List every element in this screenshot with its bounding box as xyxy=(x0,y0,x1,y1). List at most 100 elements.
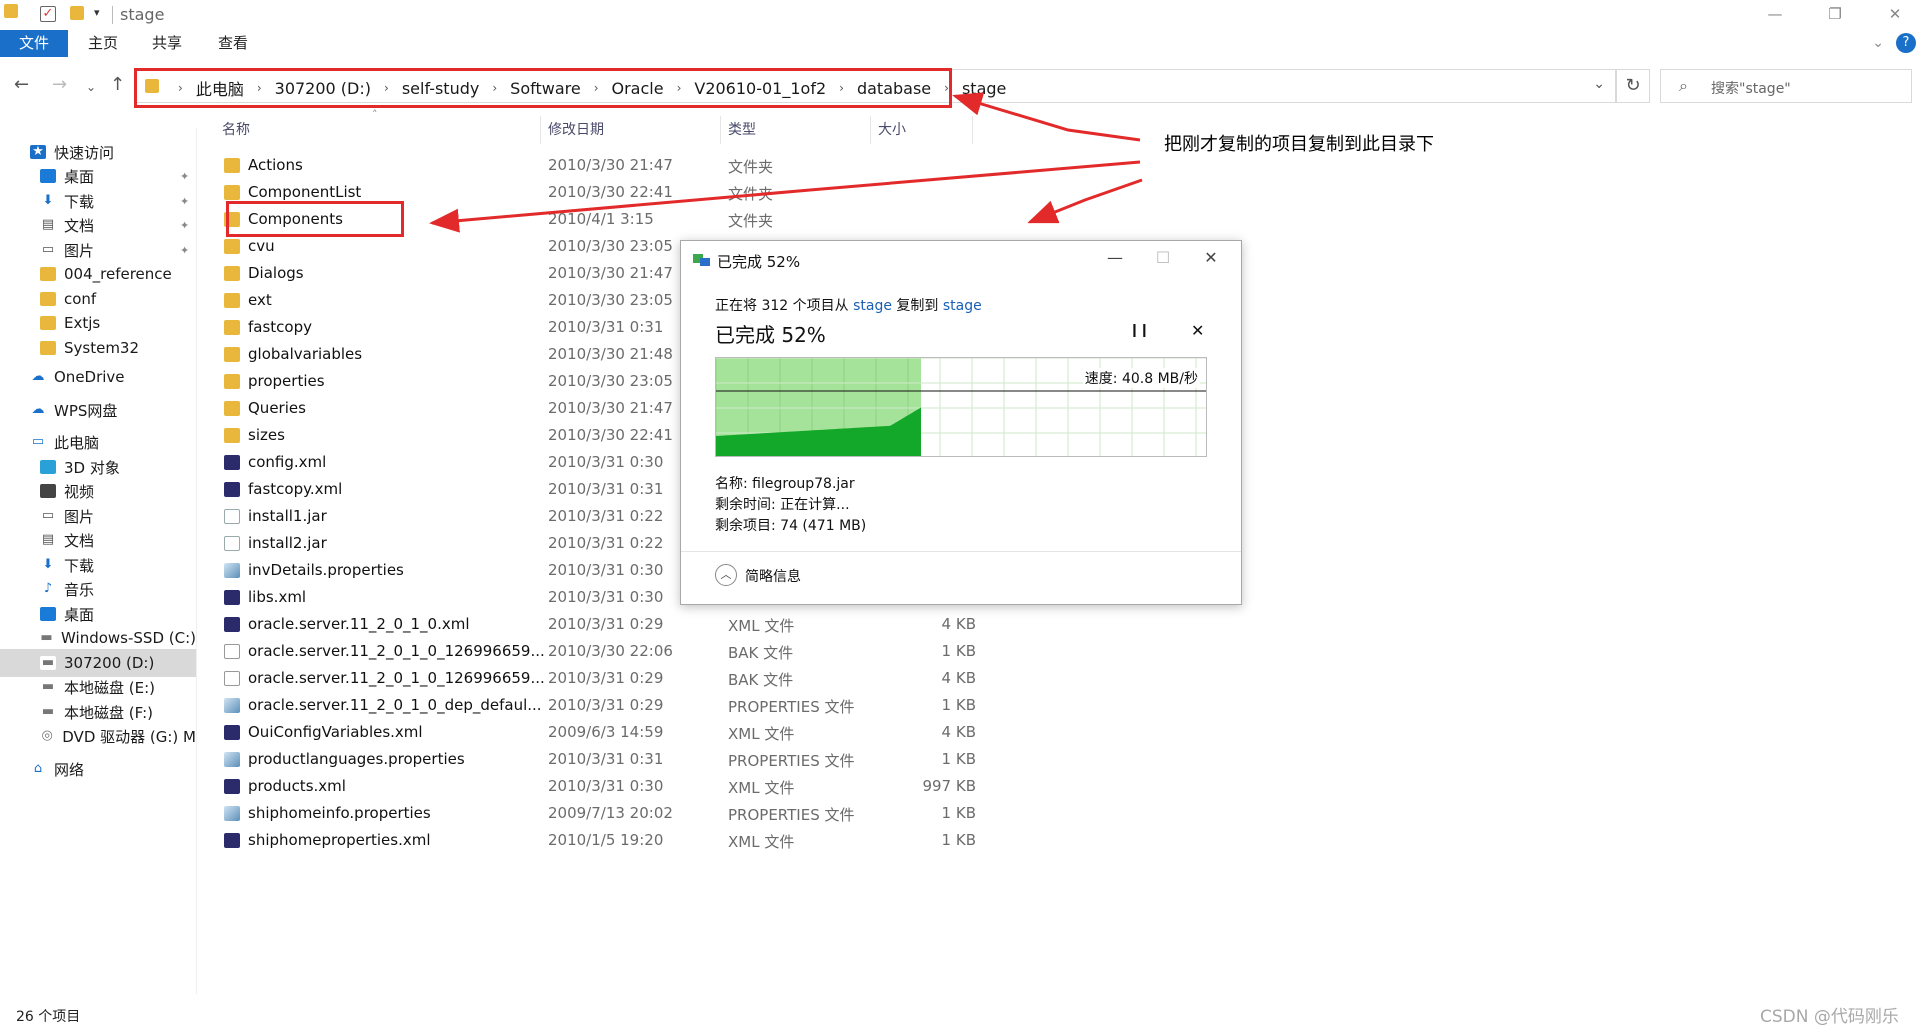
sidebar-item-label: 文档 xyxy=(64,216,95,235)
bak-icon xyxy=(224,671,240,686)
file-type: BAK 文件 xyxy=(728,644,794,662)
tab-home[interactable]: 主页 xyxy=(88,30,118,57)
fewer-details-button[interactable]: 简略信息 xyxy=(745,566,801,586)
file-row[interactable]: oracle.server.11_2_0_1_0_126996659... 201… xyxy=(214,665,976,692)
file-date: 2010/3/31 0:31 xyxy=(548,480,664,498)
target-link[interactable]: stage xyxy=(943,298,982,314)
file-row[interactable]: oracle.server.11_2_0_1_0.xml 2010/3/31 0:… xyxy=(214,611,976,638)
breadcrumb-item[interactable]: stage xyxy=(962,79,1006,98)
column-divider[interactable] xyxy=(540,116,541,144)
dialog-minimize-button[interactable]: — xyxy=(1095,245,1135,271)
pause-button[interactable]: ❙❙ xyxy=(1129,323,1150,338)
sidebar-item-label: Windows-SSD (C:) xyxy=(61,629,196,647)
file-name: globalvariables xyxy=(248,345,363,363)
file-name: fastcopy.xml xyxy=(248,480,343,498)
column-divider[interactable] xyxy=(972,116,973,144)
address-history-icon[interactable]: ⌄ xyxy=(1593,76,1605,92)
cloud-icon: ☁ xyxy=(30,402,46,417)
xml-icon xyxy=(224,482,240,497)
up-arrow-icon[interactable]: ↑ xyxy=(110,74,125,95)
file-size: 1 KB xyxy=(941,696,976,714)
pin-icon[interactable]: ✦ xyxy=(180,195,189,208)
file-row[interactable]: productlanguages.properties 2010/3/31 0:3… xyxy=(214,746,976,773)
file-row[interactable]: products.xml 2010/3/31 0:30 XML 文件 997 KB xyxy=(214,773,976,800)
tab-file[interactable]: 文件 xyxy=(0,30,68,57)
sidebar-item-label: 本地磁盘 (F:) xyxy=(64,703,153,722)
file-date: 2010/3/31 0:31 xyxy=(548,318,664,336)
sidebar-item[interactable]: ▤ 文档 ✦ xyxy=(0,211,196,239)
sidebar-item-label: 视频 xyxy=(64,482,95,501)
chevron-up-icon[interactable]: ︿ xyxy=(715,564,737,586)
sidebar-item[interactable]: 004_reference xyxy=(0,260,196,288)
pane-divider[interactable] xyxy=(196,128,197,994)
sidebar-item[interactable]: 桌面 ✦ xyxy=(0,162,196,190)
sidebar-item[interactable]: ☁ WPS网盘 xyxy=(0,396,196,424)
sidebar-item[interactable]: ▬ 本地磁盘 (E:) xyxy=(0,673,196,701)
restore-button[interactable]: ❐ xyxy=(1812,0,1858,30)
sidebar-item-label: 文档 xyxy=(64,531,95,550)
help-icon[interactable]: ? xyxy=(1896,33,1916,53)
file-row[interactable]: oracle.server.11_2_0_1_0_dep_defaul... 20… xyxy=(214,692,976,719)
tab-view[interactable]: 查看 xyxy=(218,30,248,57)
close-window-button[interactable]: ✕ xyxy=(1872,0,1918,30)
sidebar-item[interactable]: System32 xyxy=(0,334,196,362)
sidebar-item[interactable]: ⌂ 网络 xyxy=(0,755,196,783)
file-size: 997 KB xyxy=(922,777,976,795)
column-header-type[interactable]: 类型 xyxy=(728,116,756,144)
file-row[interactable]: Actions 2010/3/30 21:47 文件夹 xyxy=(214,152,974,179)
column-header-size[interactable]: 大小 xyxy=(878,116,906,144)
minimize-button[interactable]: — xyxy=(1752,0,1798,30)
source-link[interactable]: stage xyxy=(853,298,892,314)
sidebar-item[interactable]: ▤ 文档 xyxy=(0,526,196,554)
recent-locations-icon[interactable]: ⌄ xyxy=(86,80,96,94)
expand-ribbon-icon[interactable]: ⌄ xyxy=(1872,35,1884,51)
pin-icon[interactable]: ✦ xyxy=(180,244,189,257)
search-box[interactable]: ⌕ 搜索"stage" xyxy=(1660,69,1912,103)
refresh-button[interactable]: ↻ xyxy=(1616,69,1650,103)
sidebar-item[interactable]: ▭ 此电脑 xyxy=(0,428,196,456)
file-name: cvu xyxy=(248,237,275,255)
folder-icon xyxy=(224,185,240,200)
sidebar-item[interactable]: Extjs xyxy=(0,309,196,337)
file-date: 2010/3/31 0:29 xyxy=(548,696,664,714)
copy-desc-text: 复制到 xyxy=(891,298,943,314)
sidebar-item[interactable]: ☁ OneDrive xyxy=(0,363,196,391)
forward-arrow-icon[interactable]: → xyxy=(52,74,67,95)
sidebar-item-label: DVD 驱动器 (G:) M xyxy=(62,727,196,746)
file-date: 2010/3/30 21:47 xyxy=(548,264,673,282)
file-date: 2010/3/30 22:06 xyxy=(548,642,673,660)
file-row[interactable]: oracle.server.11_2_0_1_0_126996659... 201… xyxy=(214,638,976,665)
file-date: 2010/3/30 22:41 xyxy=(548,426,673,444)
xml-icon xyxy=(224,617,240,632)
bak-icon xyxy=(224,644,240,659)
column-divider[interactable] xyxy=(870,116,871,144)
folder-icon xyxy=(224,347,240,362)
file-row[interactable]: shiphomeproperties.xml 2010/1/5 19:20 XML … xyxy=(214,827,976,854)
file-row[interactable]: shiphomeinfo.properties 2009/7/13 20:02 PR… xyxy=(214,800,976,827)
sidebar-item-label: 本地磁盘 (E:) xyxy=(64,678,156,697)
dialog-close-button[interactable]: ✕ xyxy=(1191,245,1231,271)
xml-icon xyxy=(224,590,240,605)
properties-icon[interactable]: ✓ xyxy=(40,6,56,22)
cancel-copy-button[interactable]: ✕ xyxy=(1191,321,1204,340)
column-divider[interactable] xyxy=(720,116,721,144)
pin-icon[interactable]: ✦ xyxy=(180,170,189,183)
column-header-date[interactable]: 修改日期 xyxy=(548,116,604,144)
sidebar-item[interactable]: 视频 xyxy=(0,477,196,505)
sidebar-item[interactable]: ♪ 音乐 xyxy=(0,575,196,603)
customize-toolbar-icon[interactable]: ▾ xyxy=(94,6,100,19)
pin-icon[interactable]: ✦ xyxy=(180,219,189,232)
file-name: libs.xml xyxy=(248,588,307,606)
sidebar-item[interactable]: ▬ Windows-SSD (C:) xyxy=(0,624,196,652)
search-placeholder[interactable]: 搜索"stage" xyxy=(1711,78,1791,98)
new-folder-icon[interactable] xyxy=(70,6,84,20)
tab-share[interactable]: 共享 xyxy=(152,30,182,57)
sidebar-item-label: OneDrive xyxy=(54,368,125,386)
sidebar-item[interactable]: ◎ DVD 驱动器 (G:) M xyxy=(0,722,196,750)
file-row[interactable]: OuiConfigVariables.xml 2009/6/3 14:59 XML … xyxy=(214,719,976,746)
column-header-name[interactable]: 名称 xyxy=(222,116,250,144)
back-arrow-icon[interactable]: ← xyxy=(14,74,29,95)
file-type: PROPERTIES 文件 xyxy=(728,698,855,716)
title-bar: ✓ ▾ stage — ❐ ✕ xyxy=(0,0,1920,30)
sidebar-item-label: 307200 (D:) xyxy=(64,654,155,672)
